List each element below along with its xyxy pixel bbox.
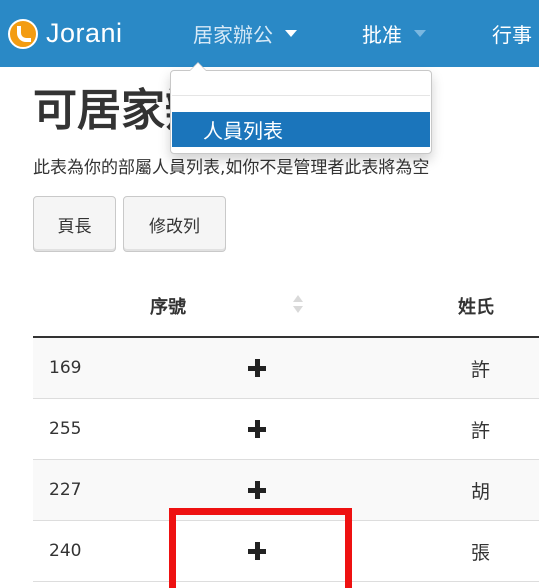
cell-surname: 胡	[471, 480, 491, 503]
plus-icon[interactable]	[248, 420, 266, 438]
sort-icon[interactable]	[293, 292, 305, 318]
nav-menu-calendar-label: 行事	[492, 23, 532, 47]
plus-icon[interactable]	[248, 481, 266, 499]
nav-menu-approve-label: 批准	[362, 23, 402, 47]
edit-columns-button[interactable]: 修改列	[123, 196, 226, 252]
nav-menu-home-office-label: 居家辦公	[193, 23, 273, 47]
page-length-button[interactable]: 頁長	[33, 196, 116, 252]
cell-id: 227	[49, 480, 82, 500]
cell-id: 255	[49, 419, 82, 439]
table-row: 169 許	[33, 338, 539, 399]
jorani-logo-icon	[8, 18, 38, 49]
dropdown-item-staff-list[interactable]: 人員列表	[172, 112, 430, 147]
column-header-id[interactable]: 序號	[150, 293, 186, 319]
brand-link[interactable]: Jorani	[8, 0, 123, 67]
cell-id: 169	[49, 358, 82, 378]
nav-menu-approve[interactable]: 批准	[362, 0, 426, 67]
column-header-surname[interactable]: 姓氏	[458, 293, 494, 319]
chevron-down-icon	[285, 30, 297, 37]
cell-surname: 張	[471, 541, 491, 564]
dropdown-divider	[172, 95, 430, 96]
page-description: 此表為你的部屬人員列表,如你不是管理者此表將為空	[33, 158, 430, 178]
plus-icon[interactable]	[248, 359, 266, 377]
chevron-down-icon	[414, 30, 426, 37]
home-office-dropdown-menu: 人員列表	[170, 62, 432, 154]
nav-menu-home-office[interactable]: 居家辦公	[193, 0, 297, 67]
top-navbar: Jorani 居家辦公 批准 行事	[0, 0, 539, 67]
cell-surname: 許	[471, 358, 491, 381]
highlight-box	[169, 508, 352, 588]
cell-id: 240	[49, 541, 82, 561]
table-row: 255 許	[33, 399, 539, 460]
sort-ascending-icon	[293, 295, 303, 302]
nav-menu-calendar[interactable]: 行事	[492, 0, 532, 67]
sort-descending-icon	[293, 306, 303, 313]
brand-name: Jorani	[46, 18, 123, 48]
cell-surname: 許	[471, 419, 491, 442]
